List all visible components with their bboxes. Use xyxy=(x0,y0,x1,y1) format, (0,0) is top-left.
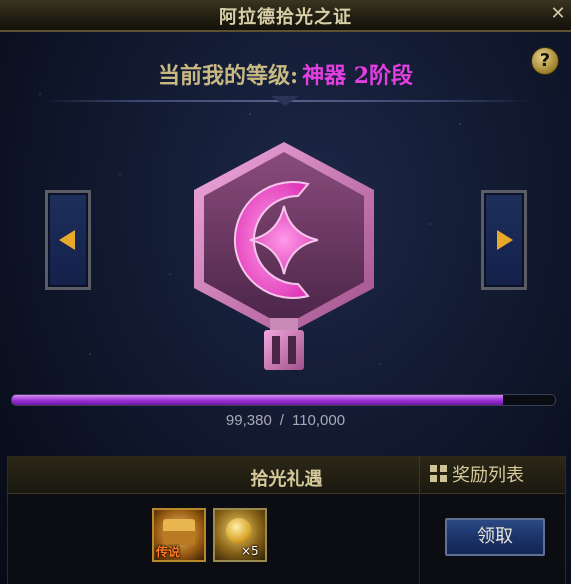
reward-panel: 拾光礼遇 奖励列表 传说 ×5 领取 xyxy=(7,456,566,584)
header-separator xyxy=(419,457,420,493)
current-level-label: 当前我的等级: xyxy=(157,63,299,89)
reward-list-button[interactable]: 奖励列表 xyxy=(430,464,524,488)
reward-list-icon xyxy=(430,465,448,483)
event-window: 阿拉德拾光之证 ✕ ? 当前我的等级: 神器 2阶段 99,380 / 110,… xyxy=(0,0,571,584)
progress-current: 99,380 xyxy=(225,412,272,429)
panel-separator xyxy=(419,493,420,584)
title-bar: 阿拉德拾光之证 ✕ xyxy=(0,0,571,32)
gold-coin-icon xyxy=(226,518,252,544)
reward-item-count: ×5 xyxy=(241,544,259,558)
progress-text: 99,380 / 110,000 xyxy=(0,412,571,429)
legendary-chest-icon xyxy=(163,519,195,531)
arrow-left-icon xyxy=(59,230,75,250)
progress-bar xyxy=(11,394,556,406)
reward-header: 拾光礼遇 奖励列表 xyxy=(8,457,565,494)
reward-item-gold-coin[interactable]: ×5 xyxy=(213,508,267,562)
next-tier-button[interactable] xyxy=(481,190,527,290)
reward-item-legendary-chest[interactable]: 传说 xyxy=(152,508,206,562)
current-level-value: 神器 2阶段 xyxy=(302,63,414,89)
claim-button[interactable]: 领取 xyxy=(445,518,545,556)
progress-max: 110,000 xyxy=(291,412,346,429)
progress-separator: / xyxy=(279,412,284,429)
window-title: 阿拉德拾光之证 xyxy=(219,7,352,28)
artifact-emblem-icon xyxy=(194,142,374,370)
divider-ornament xyxy=(271,96,299,106)
close-button[interactable]: ✕ xyxy=(548,4,568,24)
reward-list-label: 奖励列表 xyxy=(452,465,524,486)
progress-bar-fill xyxy=(12,395,503,405)
arrow-right-icon xyxy=(497,230,513,250)
previous-tier-button[interactable] xyxy=(45,190,91,290)
reward-item-tag: 传说 xyxy=(156,545,181,559)
current-level: 当前我的等级: 神器 2阶段 xyxy=(0,58,571,90)
